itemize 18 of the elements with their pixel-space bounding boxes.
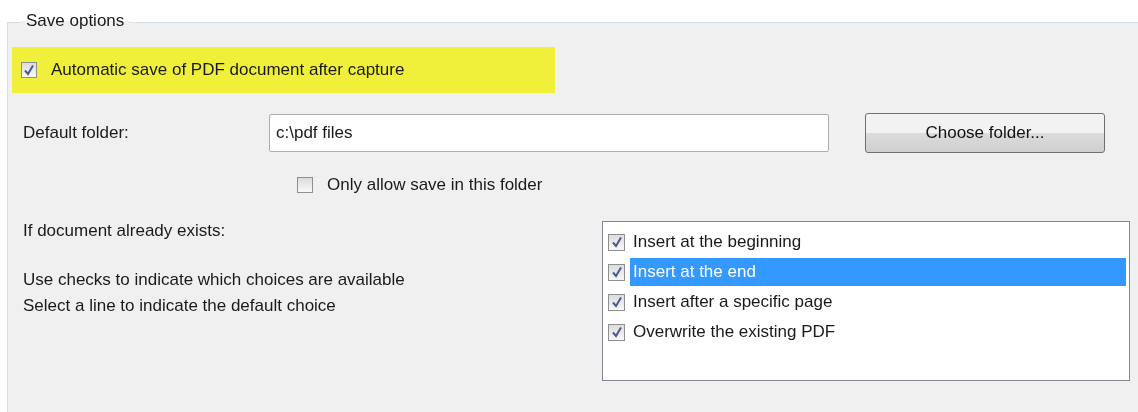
checkbox[interactable] xyxy=(608,293,625,311)
help-text: Use checks to indicate which choices are available xyxy=(23,269,406,291)
checkbox[interactable] xyxy=(608,323,625,341)
field-label: Default folder: xyxy=(22,123,130,143)
exists-label: If document already exists: xyxy=(23,221,227,241)
checkbox-label: Automatic save of PDF document after capture xyxy=(51,60,405,80)
checkbox[interactable] xyxy=(608,233,625,251)
checkbox[interactable] xyxy=(608,263,625,281)
help-text: Select a line to indicate the default choice xyxy=(23,295,337,317)
checkbox[interactable] xyxy=(21,62,37,78)
group-title: Save options xyxy=(20,11,131,31)
choose-folder-button[interactable]: Choose folder... xyxy=(865,113,1105,153)
list-item[interactable]: Overwrite the existing PDF xyxy=(630,318,1126,346)
list-item[interactable]: Insert after a specific page xyxy=(630,288,1126,316)
folder-field[interactable]: c:\pdf files xyxy=(269,114,829,152)
checkbox[interactable] xyxy=(297,177,313,193)
checkbox-label: Only allow save in this folder xyxy=(327,175,543,195)
list-item[interactable]: Insert at the beginning xyxy=(630,228,1126,256)
